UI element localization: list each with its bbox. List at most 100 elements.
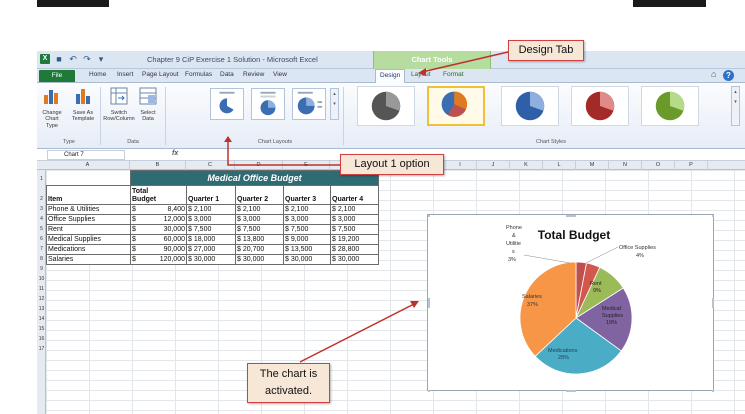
- tab-insert[interactable]: Insert: [117, 71, 133, 78]
- tab-page-layout[interactable]: Page Layout: [142, 71, 179, 78]
- chart-style-2[interactable]: [427, 86, 485, 126]
- chart-style-1[interactable]: [357, 86, 415, 126]
- row-10[interactable]: 10: [37, 276, 46, 282]
- chart-resize-handle[interactable]: [712, 298, 714, 308]
- row-9[interactable]: 9: [37, 266, 46, 272]
- cell-item[interactable]: Rent: [46, 224, 131, 235]
- cell-q3[interactable]: $ 30,000: [283, 254, 331, 265]
- row-6[interactable]: 6: [37, 236, 46, 242]
- redo-icon[interactable]: ↷: [82, 54, 92, 64]
- header-quarter-1[interactable]: Quarter 1: [186, 185, 236, 205]
- cell-q3[interactable]: $ 9,000: [283, 234, 331, 245]
- tab-format[interactable]: Format: [443, 71, 464, 78]
- cell-total[interactable]: $8,400: [130, 204, 187, 215]
- switch-row-column-button[interactable]: Switch Row/Column: [103, 87, 135, 123]
- minimize-ribbon-icon[interactable]: ⌂: [711, 69, 716, 79]
- cell-q4[interactable]: $ 28,800: [330, 244, 379, 255]
- cell-q1[interactable]: $ 30,000: [186, 254, 236, 265]
- cell-q1[interactable]: $ 27,000: [186, 244, 236, 255]
- cell-q2[interactable]: $ 20,700: [235, 244, 284, 255]
- header-quarter-2[interactable]: Quarter 2: [235, 185, 284, 205]
- cell-q2[interactable]: $ 2,100: [235, 204, 284, 215]
- row-3[interactable]: 3: [37, 206, 46, 212]
- col-L[interactable]: L: [543, 161, 576, 170]
- col-O[interactable]: O: [642, 161, 675, 170]
- row-2[interactable]: 2: [37, 187, 46, 206]
- select-data-button[interactable]: Select Data: [136, 87, 160, 123]
- styles-scroll[interactable]: ▴ ▾: [731, 86, 740, 126]
- header-quarter-3[interactable]: Quarter 3: [283, 185, 331, 205]
- chart-resize-handle[interactable]: [428, 298, 430, 308]
- header-quarter-4[interactable]: Quarter 4: [330, 185, 379, 205]
- col-E[interactable]: E: [283, 161, 330, 170]
- cell-q2[interactable]: $ 7,500: [235, 224, 284, 235]
- header-total-budget[interactable]: Total Budget: [130, 185, 187, 205]
- row-13[interactable]: 13: [37, 306, 46, 312]
- tab-data[interactable]: Data: [220, 71, 234, 78]
- row-7[interactable]: 7: [37, 246, 46, 252]
- col-M[interactable]: M: [576, 161, 609, 170]
- row-17[interactable]: 17: [37, 346, 46, 352]
- row-16[interactable]: 16: [37, 336, 46, 342]
- chart-style-3[interactable]: [501, 86, 559, 126]
- layout-1-option[interactable]: [210, 88, 244, 120]
- cell-q3[interactable]: $ 7,500: [283, 224, 331, 235]
- layouts-scroll[interactable]: ▴ ▾: [330, 88, 339, 120]
- tab-review[interactable]: Review: [243, 71, 264, 78]
- cell-total[interactable]: $30,000: [130, 224, 187, 235]
- tab-design[interactable]: Design: [375, 69, 406, 84]
- chart-resize-handle[interactable]: [566, 215, 576, 217]
- tab-formulas[interactable]: Formulas: [185, 71, 212, 78]
- help-icon[interactable]: ?: [723, 70, 734, 81]
- cell-q4[interactable]: $ 3,000: [330, 214, 379, 225]
- row-11[interactable]: 11: [37, 286, 46, 292]
- cell-q4[interactable]: $ 19,200: [330, 234, 379, 245]
- cell-item[interactable]: Office Supplies: [46, 214, 131, 225]
- row-15[interactable]: 15: [37, 326, 46, 332]
- cell-q2[interactable]: $ 30,000: [235, 254, 284, 265]
- save-as-template-button[interactable]: Save As Template: [69, 87, 97, 123]
- row-12[interactable]: 12: [37, 296, 46, 302]
- change-chart-type-button[interactable]: Change Chart Type: [39, 87, 65, 129]
- chart-resize-handle[interactable]: [712, 390, 714, 392]
- cell-item[interactable]: Phone & Utilities: [46, 204, 131, 215]
- cell-item[interactable]: Salaries: [46, 254, 131, 265]
- col-B[interactable]: B: [130, 161, 186, 170]
- cell-q3[interactable]: $ 13,500: [283, 244, 331, 255]
- cell-q4[interactable]: $ 2,100: [330, 204, 379, 215]
- cell-q1[interactable]: $ 7,500: [186, 224, 236, 235]
- cell-q3[interactable]: $ 2,100: [283, 204, 331, 215]
- chart-style-4[interactable]: [571, 86, 629, 126]
- cell-item[interactable]: Medications: [46, 244, 131, 255]
- header-item[interactable]: Item: [46, 185, 131, 205]
- tab-layout[interactable]: Layout: [411, 71, 431, 78]
- row-8[interactable]: 8: [37, 256, 46, 262]
- cell-q1[interactable]: $ 2,100: [186, 204, 236, 215]
- cell-item[interactable]: Medical Supplies: [46, 234, 131, 245]
- col-A[interactable]: A: [46, 161, 130, 170]
- chart-resize-handle[interactable]: [428, 390, 430, 392]
- cell-total[interactable]: $60,000: [130, 234, 187, 245]
- layout-2-option[interactable]: [251, 88, 285, 120]
- customize-qat-icon[interactable]: ▾: [96, 54, 106, 64]
- col-P[interactable]: P: [675, 161, 708, 170]
- undo-icon[interactable]: ↶: [68, 54, 78, 64]
- col-K[interactable]: K: [510, 161, 543, 170]
- row-4[interactable]: 4: [37, 216, 46, 222]
- cell-q1[interactable]: $ 3,000: [186, 214, 236, 225]
- col-I[interactable]: I: [444, 161, 477, 170]
- cell-total[interactable]: $120,000: [130, 254, 187, 265]
- col-J[interactable]: J: [477, 161, 510, 170]
- cell-a1[interactable]: [46, 170, 131, 186]
- tab-view[interactable]: View: [273, 71, 287, 78]
- cell-total[interactable]: $90,000: [130, 244, 187, 255]
- chart-resize-handle[interactable]: [712, 215, 714, 217]
- col-N[interactable]: N: [609, 161, 642, 170]
- cell-q2[interactable]: $ 13,800: [235, 234, 284, 245]
- row-1[interactable]: 1: [37, 171, 46, 187]
- cell-total[interactable]: $12,000: [130, 214, 187, 225]
- cell-q3[interactable]: $ 3,000: [283, 214, 331, 225]
- cell-q4[interactable]: $ 30,000: [330, 254, 379, 265]
- cell-q1[interactable]: $ 18,000: [186, 234, 236, 245]
- chart-resize-handle[interactable]: [428, 215, 430, 217]
